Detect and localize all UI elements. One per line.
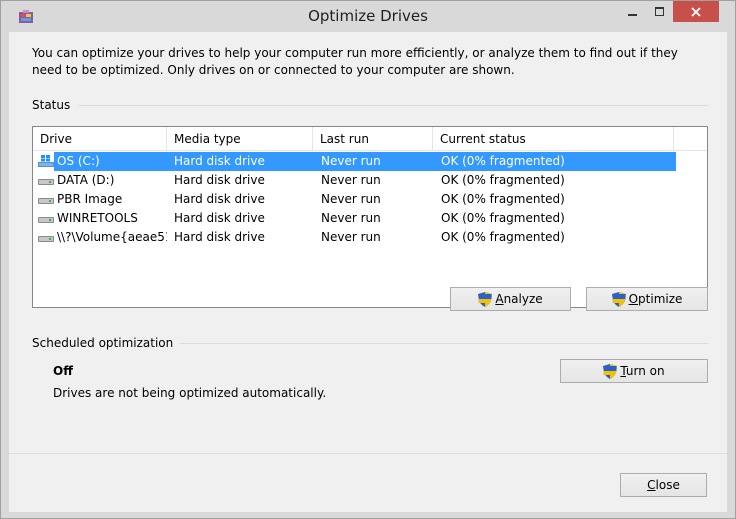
media-type: Hard disk drive xyxy=(174,192,265,206)
maximize-button[interactable] xyxy=(646,1,673,22)
schedule-state: Off xyxy=(53,364,73,378)
current-status: OK (0% fragmented) xyxy=(441,211,565,225)
optimize-drives-window: Optimize Drives You can optimize your dr… xyxy=(0,0,736,519)
drive-name: DATA (D:) xyxy=(57,173,115,187)
scheduled-optimization-label: Scheduled optimization xyxy=(32,336,174,350)
analyze-label: nalyze xyxy=(503,292,543,306)
column-header-drive[interactable]: Drive xyxy=(33,127,167,151)
uac-shield-icon xyxy=(611,291,626,307)
minimize-button[interactable] xyxy=(620,1,646,22)
status-separator xyxy=(79,105,708,106)
drives-list-header: Drive Media type Last run Current status xyxy=(33,127,707,151)
column-header-last-run[interactable]: Last run xyxy=(313,127,433,151)
uac-shield-icon xyxy=(603,363,618,379)
optimize-button[interactable]: Optimize xyxy=(586,287,708,311)
uac-shield-icon xyxy=(478,291,493,307)
current-status: OK (0% fragmented) xyxy=(441,192,565,206)
close-label: lose xyxy=(655,478,680,492)
media-type: Hard disk drive xyxy=(174,230,265,244)
analyze-button[interactable]: Analyze xyxy=(450,287,571,311)
dialog-footer: Close xyxy=(9,453,727,512)
optimize-label: ptimize xyxy=(638,292,683,306)
drive-name: WINRETOOLS xyxy=(57,211,138,225)
column-header-current-status[interactable]: Current status xyxy=(433,127,674,151)
close-button[interactable]: Close xyxy=(620,473,707,497)
last-run: Never run xyxy=(321,173,381,187)
maximize-icon xyxy=(654,6,664,16)
last-run: Never run xyxy=(321,192,381,206)
dialog-body: You can optimize your drives to help you… xyxy=(9,32,727,512)
drive-row[interactable]: \\?\Volume{aeae51... Hard disk drive Nev… xyxy=(33,228,707,247)
last-run: Never run xyxy=(321,211,381,225)
hard-drive-icon xyxy=(38,217,54,223)
drives-list[interactable]: Drive Media type Last run Current status… xyxy=(32,126,708,308)
column-header-media-type[interactable]: Media type xyxy=(167,127,313,151)
minimize-icon xyxy=(628,13,637,16)
turn-on-label: urn on xyxy=(625,364,665,378)
drive-name: OS (C:) xyxy=(57,154,100,168)
status-label: Status xyxy=(32,98,71,112)
last-run: Never run xyxy=(321,230,381,244)
close-mnemonic: C xyxy=(647,478,656,492)
media-type: Hard disk drive xyxy=(174,173,265,187)
hard-drive-icon xyxy=(38,198,54,204)
close-window-button[interactable] xyxy=(673,1,719,22)
media-type: Hard disk drive xyxy=(174,154,265,168)
close-icon xyxy=(691,6,701,17)
drive-row[interactable]: PBR Image Hard disk drive Never run OK (… xyxy=(33,190,707,209)
intro-text: You can optimize your drives to help you… xyxy=(32,46,678,77)
current-status: OK (0% fragmented) xyxy=(441,230,565,244)
media-type: Hard disk drive xyxy=(174,211,265,225)
hard-drive-icon xyxy=(38,179,54,185)
current-status: OK (0% fragmented) xyxy=(441,154,565,168)
drive-name: PBR Image xyxy=(57,192,123,206)
last-run: Never run xyxy=(321,154,381,168)
drive-row[interactable]: OS (C:) Hard disk drive Never run OK (0%… xyxy=(33,152,707,171)
scheduled-separator xyxy=(180,343,708,344)
current-status: OK (0% fragmented) xyxy=(441,173,565,187)
schedule-description: Drives are not being optimized automatic… xyxy=(53,386,327,400)
drive-row[interactable]: WINRETOOLS Hard disk drive Never run OK … xyxy=(33,209,707,228)
title-bar[interactable]: Optimize Drives xyxy=(1,1,735,32)
turn-on-button[interactable]: Turn on xyxy=(560,359,708,383)
windows-drive-icon xyxy=(38,155,54,167)
drive-row[interactable]: DATA (D:) Hard disk drive Never run OK (… xyxy=(33,171,707,190)
drive-name: \\?\Volume{aeae51... xyxy=(57,230,167,244)
analyze-mnemonic: A xyxy=(495,292,504,306)
hard-drive-icon xyxy=(38,236,54,242)
optimize-mnemonic: O xyxy=(628,292,639,306)
